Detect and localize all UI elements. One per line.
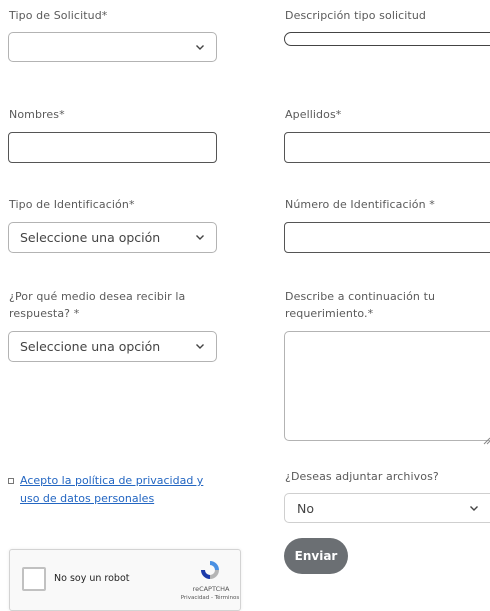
- recaptcha-checkbox[interactable]: [22, 567, 46, 591]
- tipo-solicitud-select[interactable]: [8, 32, 217, 62]
- descripcion-tipo-label: Descripción tipo solicitud: [285, 9, 427, 22]
- descripcion-tipo-input[interactable]: [284, 32, 490, 46]
- adjuntar-label: ¿Deseas adjuntar archivos?: [285, 470, 439, 483]
- requerimiento-label-line2: requerimiento.*: [285, 307, 374, 320]
- adjuntar-select[interactable]: No: [284, 493, 490, 523]
- recaptcha-links[interactable]: Privacidad - Términos: [174, 595, 246, 601]
- chevron-down-icon: [194, 231, 206, 243]
- medio-respuesta-label-line2: respuesta? *: [9, 307, 80, 320]
- resize-handle-icon[interactable]: [483, 430, 490, 449]
- medio-respuesta-value: Seleccione una opción: [20, 339, 161, 354]
- recaptcha-logo-icon: [198, 558, 222, 586]
- enviar-button[interactable]: Enviar: [284, 538, 348, 574]
- adjuntar-value: No: [297, 501, 314, 516]
- chevron-down-icon: [194, 41, 206, 53]
- requerimiento-textarea[interactable]: [284, 331, 490, 445]
- medio-respuesta-label-line1: ¿Por qué medio desea recibir la: [9, 290, 186, 303]
- apellidos-label: Apellidos*: [285, 108, 342, 121]
- tipo-identificacion-value: Seleccione una opción: [20, 230, 161, 245]
- requerimiento-label-line1: Describe a continuación tu: [285, 290, 436, 303]
- tipo-identificacion-label: Tipo de Identificación*: [9, 198, 135, 211]
- politica-link-line1[interactable]: Acepto la política de privacidad y: [20, 472, 203, 489]
- apellidos-input[interactable]: [284, 132, 490, 163]
- medio-respuesta-select[interactable]: Seleccione una opción: [8, 331, 217, 362]
- numero-identificacion-label: Número de Identificación *: [285, 198, 435, 211]
- politica-link-line2[interactable]: uso de datos personales: [20, 490, 154, 507]
- chevron-down-icon: [468, 502, 480, 514]
- chevron-down-icon: [194, 340, 206, 352]
- tipo-solicitud-label: Tipo de Solicitud*: [9, 9, 108, 22]
- numero-identificacion-input[interactable]: [284, 222, 490, 253]
- politica-checkbox[interactable]: [8, 478, 14, 484]
- nombres-label: Nombres*: [9, 108, 65, 121]
- recaptcha-checkbox-label: No soy un robot: [54, 573, 130, 584]
- recaptcha-brand: reCAPTCHA: [192, 585, 230, 593]
- nombres-input[interactable]: [8, 132, 217, 163]
- recaptcha-widget: No soy un robot reCAPTCHA Privacidad - T…: [9, 549, 241, 611]
- tipo-identificacion-select[interactable]: Seleccione una opción: [8, 222, 217, 253]
